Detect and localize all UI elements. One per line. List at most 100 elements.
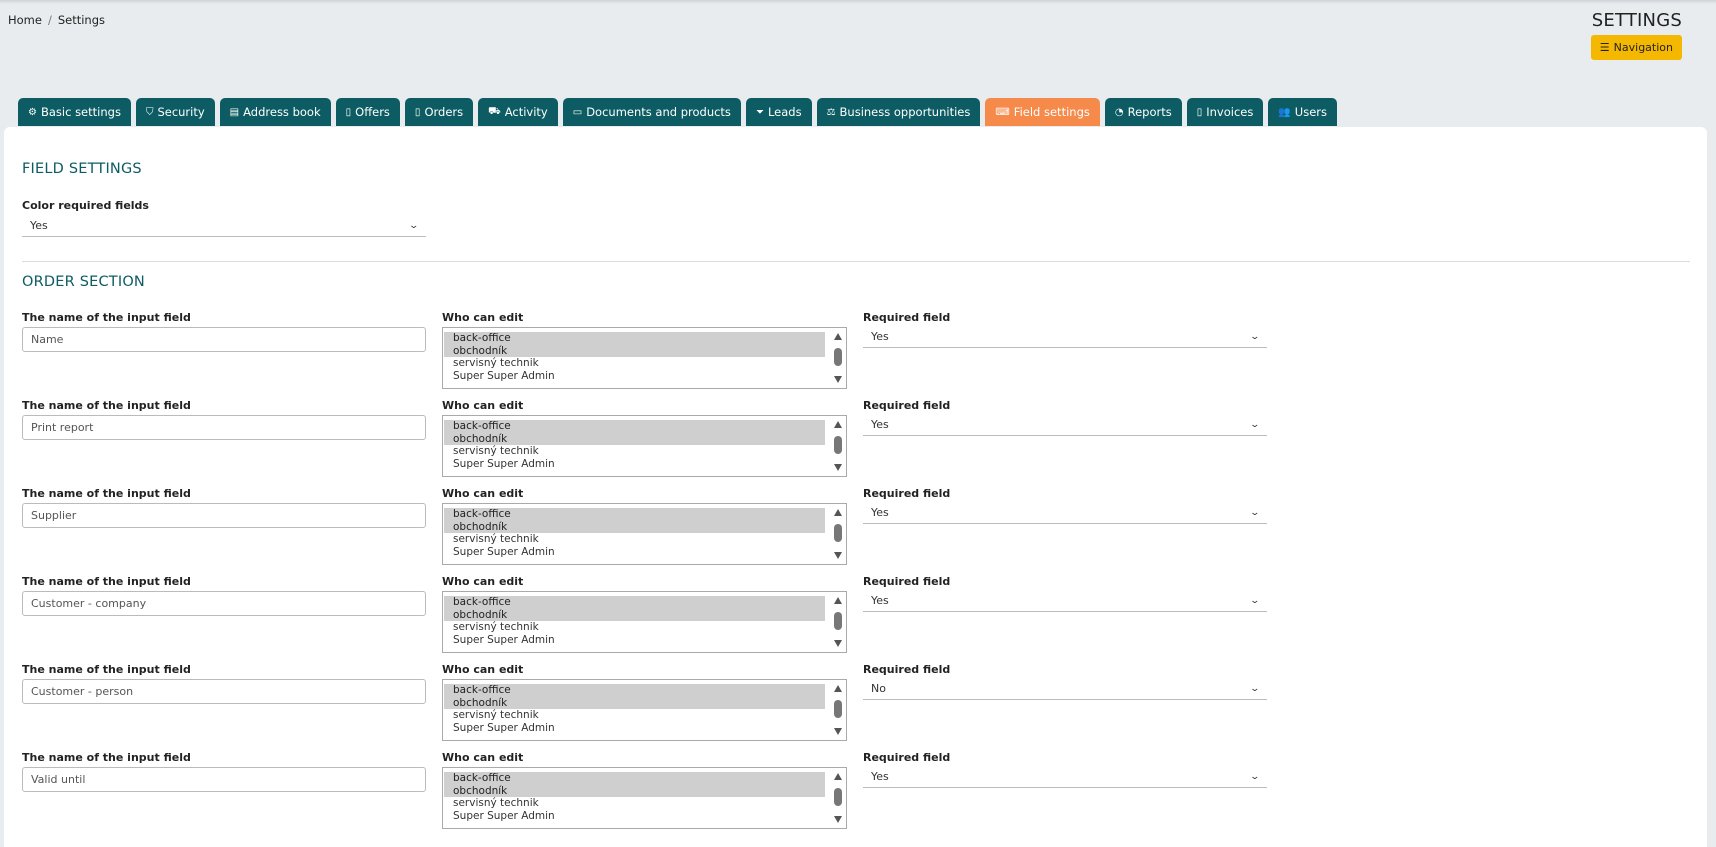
multiselect-scrollbar[interactable] (832, 330, 844, 386)
who-can-edit-option[interactable]: Super Super Admin (444, 370, 825, 383)
who-can-edit-multiselect[interactable]: back-office obchodník servisný technik Supe… (442, 767, 847, 829)
scroll-up-icon[interactable] (834, 685, 842, 692)
scroll-up-icon[interactable] (834, 597, 842, 604)
color-required-value: Yes (30, 219, 48, 232)
tab-activity[interactable]: ⛟ Activity (478, 98, 558, 126)
scroll-up-icon[interactable] (834, 509, 842, 516)
scroll-thumb[interactable] (834, 612, 842, 630)
who-can-edit-option[interactable]: back-office (444, 596, 825, 609)
who-can-edit-option[interactable]: servisný technik (444, 445, 825, 458)
scroll-thumb[interactable] (834, 700, 842, 718)
multiselect-scrollbar[interactable] (832, 506, 844, 562)
input-name-field[interactable] (22, 679, 426, 704)
who-can-edit-option[interactable]: obchodník (444, 344, 825, 357)
input-name-label: The name of the input field (22, 575, 191, 588)
chevron-down-icon: ⌄ (1249, 507, 1261, 518)
tab-invoices[interactable]: ▯ Invoices (1186, 98, 1264, 126)
who-can-edit-option[interactable]: back-office (444, 420, 825, 433)
who-can-edit-option[interactable]: back-office (444, 684, 825, 697)
who-can-edit-option[interactable]: Super Super Admin (444, 634, 825, 647)
input-name-field[interactable] (22, 591, 426, 616)
who-can-edit-option[interactable]: obchodník (444, 608, 825, 621)
who-can-edit-option[interactable]: obchodník (444, 520, 825, 533)
required-field-select[interactable]: Yes ⌄ (863, 326, 1267, 348)
scroll-thumb[interactable] (834, 436, 842, 454)
input-name-field[interactable] (22, 503, 426, 528)
who-can-edit-option[interactable]: servisný technik (444, 621, 825, 634)
tab-documents-and-products[interactable]: ▭ Documents and products (562, 98, 741, 126)
who-can-edit-multiselect[interactable]: back-office obchodník servisný technik Supe… (442, 415, 847, 477)
tab-field-settings[interactable]: ⌨ Field settings (985, 98, 1100, 126)
tab-offers[interactable]: ▯ Offers (335, 98, 400, 126)
who-can-edit-multiselect[interactable]: back-office obchodník servisný technik Supe… (442, 503, 847, 565)
scroll-down-icon[interactable] (834, 728, 842, 735)
multiselect-scrollbar[interactable] (832, 594, 844, 650)
who-can-edit-option[interactable]: Super Super Admin (444, 810, 825, 823)
required-field-value: Yes (871, 418, 889, 431)
who-can-edit-label: Who can edit (442, 399, 524, 412)
scroll-up-icon[interactable] (834, 421, 842, 428)
who-can-edit-option[interactable]: obchodník (444, 696, 825, 709)
input-name-label: The name of the input field (22, 487, 191, 500)
who-can-edit-option[interactable]: Super Super Admin (444, 546, 825, 559)
file-icon: ▯ (1196, 106, 1203, 118)
tab-basic-settings[interactable]: ⚙ Basic settings (18, 98, 131, 126)
tab-security[interactable]: ⛉ Security (135, 98, 215, 126)
input-name-field[interactable] (22, 767, 426, 792)
scroll-down-icon[interactable] (834, 640, 842, 647)
scroll-thumb[interactable] (834, 788, 842, 806)
who-can-edit-option[interactable]: servisný technik (444, 357, 825, 370)
who-can-edit-option[interactable]: servisný technik (444, 709, 825, 722)
required-field-label: Required field (863, 575, 951, 588)
required-field-select[interactable]: Yes ⌄ (863, 590, 1267, 612)
who-can-edit-multiselect[interactable]: back-office obchodník servisný technik Supe… (442, 591, 847, 653)
who-can-edit-option[interactable]: Super Super Admin (444, 458, 825, 471)
chevron-down-icon: ⌄ (1249, 331, 1261, 342)
funnel-icon: ⏷ (755, 106, 764, 118)
navigation-button[interactable]: ☰ Navigation (1590, 35, 1682, 60)
tab-address-book[interactable]: ▤ Address book (219, 98, 331, 126)
who-can-edit-multiselect[interactable]: back-office obchodník servisný technik Supe… (442, 679, 847, 741)
multiselect-scrollbar[interactable] (832, 770, 844, 826)
multiselect-scrollbar[interactable] (832, 418, 844, 474)
tab-business-opportunities[interactable]: ⚖ Business opportunities (816, 98, 981, 126)
scroll-down-icon[interactable] (834, 552, 842, 559)
who-can-edit-option[interactable]: servisný technik (444, 533, 825, 546)
scroll-up-icon[interactable] (834, 333, 842, 340)
who-can-edit-option[interactable]: back-office (444, 772, 825, 785)
required-field-value: Yes (871, 506, 889, 519)
input-name-field[interactable] (22, 327, 426, 352)
required-field-select[interactable]: Yes ⌄ (863, 502, 1267, 524)
section-divider (22, 261, 1690, 262)
chevron-down-icon: ⌄ (1249, 683, 1261, 694)
chevron-down-icon: ⌄ (1249, 595, 1261, 606)
who-can-edit-multiselect[interactable]: back-office obchodník servisný technik Supe… (442, 327, 847, 389)
tab-label: Leads (767, 105, 802, 119)
who-can-edit-option[interactable]: obchodník (444, 784, 825, 797)
scroll-up-icon[interactable] (834, 773, 842, 780)
required-field-select[interactable]: Yes ⌄ (863, 414, 1267, 436)
who-can-edit-option[interactable]: back-office (444, 332, 825, 345)
required-field-value: Yes (871, 330, 889, 343)
tab-users[interactable]: 👥 Users (1268, 98, 1338, 126)
scroll-down-icon[interactable] (834, 816, 842, 823)
tab-reports[interactable]: ◔ Reports (1104, 98, 1182, 126)
scroll-down-icon[interactable] (834, 464, 842, 471)
who-can-edit-option[interactable]: back-office (444, 508, 825, 521)
scroll-thumb[interactable] (834, 348, 842, 366)
breadcrumb-home[interactable]: Home (8, 13, 42, 27)
tab-orders[interactable]: ▯ Orders (404, 98, 474, 126)
who-can-edit-option[interactable]: obchodník (444, 432, 825, 445)
who-can-edit-option[interactable]: servisný technik (444, 797, 825, 810)
required-field-select[interactable]: Yes ⌄ (863, 766, 1267, 788)
file-icon: ▯ (345, 106, 352, 118)
scroll-thumb[interactable] (834, 524, 842, 542)
who-can-edit-option[interactable]: Super Super Admin (444, 722, 825, 735)
input-name-field[interactable] (22, 415, 426, 440)
required-field-select[interactable]: No ⌄ (863, 678, 1267, 700)
address-card-icon: ▤ (229, 106, 240, 118)
tab-leads[interactable]: ⏷ Leads (745, 98, 812, 126)
color-required-select[interactable]: Yes ⌄ (22, 215, 426, 237)
multiselect-scrollbar[interactable] (832, 682, 844, 738)
scroll-down-icon[interactable] (834, 376, 842, 383)
